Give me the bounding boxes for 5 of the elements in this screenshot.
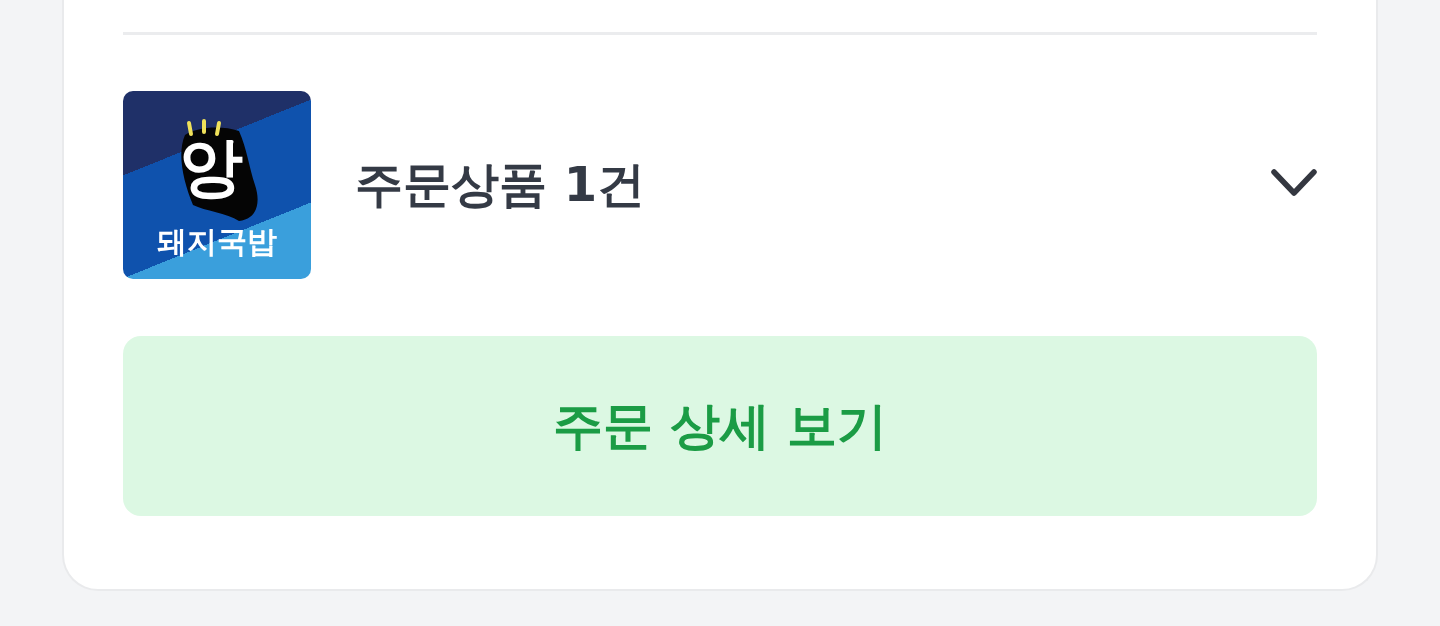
order-items-title: 주문상품 1건	[355, 155, 646, 214]
chevron-down-icon[interactable]	[1271, 169, 1317, 197]
order-detail-button[interactable]: 주문 상세 보기	[123, 336, 1317, 516]
store-name-text: 돼지국밥	[156, 225, 278, 258]
logo-mark-text: 앙	[179, 135, 243, 199]
